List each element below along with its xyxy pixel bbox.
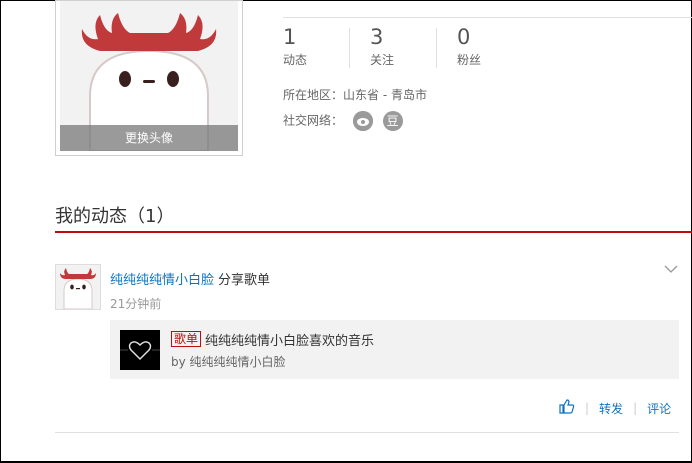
profile-avatar[interactable]: 更换头像 (55, 0, 243, 156)
feed-action: 分享歌单 (218, 273, 271, 288)
like-icon[interactable] (559, 399, 575, 417)
section-divider (55, 231, 692, 233)
divider (283, 17, 692, 18)
stat-following[interactable]: 3 关注 (349, 25, 457, 71)
stat-label: 动态 (283, 53, 308, 67)
repost-button[interactable]: 转发 (599, 400, 623, 417)
moose-avatar-small (60, 268, 96, 309)
avatar-image: 更换头像 (60, 1, 238, 151)
social-label: 社交网络： (283, 113, 344, 128)
profile-stats: 1 动态 3 关注 0 粉丝 (283, 25, 544, 71)
playlist-title-link[interactable]: 纯纯纯纯情小白脸喜欢的音乐 (205, 330, 374, 349)
shared-playlist-card[interactable]: 歌单 纯纯纯纯情小白脸喜欢的音乐 by 纯纯纯纯情小白脸 (110, 320, 679, 379)
stat-number: 0 (457, 25, 471, 49)
action-separator: | (585, 401, 590, 415)
change-avatar-button[interactable]: 更换头像 (60, 125, 238, 151)
divider (436, 28, 437, 68)
stat-number: 3 (370, 25, 384, 49)
heart-icon (120, 341, 160, 361)
stat-followers[interactable]: 0 粉丝 (436, 25, 544, 71)
location-value: 山东省 - 青岛市 (343, 88, 427, 102)
weibo-icon[interactable] (352, 111, 373, 131)
comment-button[interactable]: 评论 (647, 400, 671, 417)
chevron-down-icon[interactable] (664, 262, 678, 278)
feed-header: 纯纯纯纯情小白脸 分享歌单 (110, 269, 270, 288)
social-row: 社交网络： 豆 (283, 111, 403, 131)
feed-user-name-link[interactable]: 纯纯纯纯情小白脸 (110, 273, 214, 288)
feed-actions: | 转发 | 评论 (559, 399, 671, 417)
location-row: 所在地区：山东省 - 青岛市 (283, 86, 427, 103)
feed-user-avatar[interactable] (55, 264, 101, 310)
playlist-tag: 歌单 (171, 331, 202, 347)
douban-icon[interactable]: 豆 (382, 111, 403, 131)
stat-label: 粉丝 (457, 53, 482, 67)
divider (55, 432, 679, 433)
stat-number: 1 (283, 25, 297, 49)
location-label: 所在地区： (283, 88, 344, 102)
playlist-cover[interactable] (120, 330, 160, 370)
feed-timestamp: 21分钟前 (110, 297, 162, 311)
action-separator: | (633, 401, 638, 415)
stat-label: 关注 (370, 53, 395, 67)
stat-events[interactable]: 1 动态 (283, 25, 370, 71)
section-title: 我的动态（1） (55, 206, 175, 227)
playlist-creator[interactable]: by 纯纯纯纯情小白脸 (171, 353, 286, 370)
divider (349, 28, 350, 68)
